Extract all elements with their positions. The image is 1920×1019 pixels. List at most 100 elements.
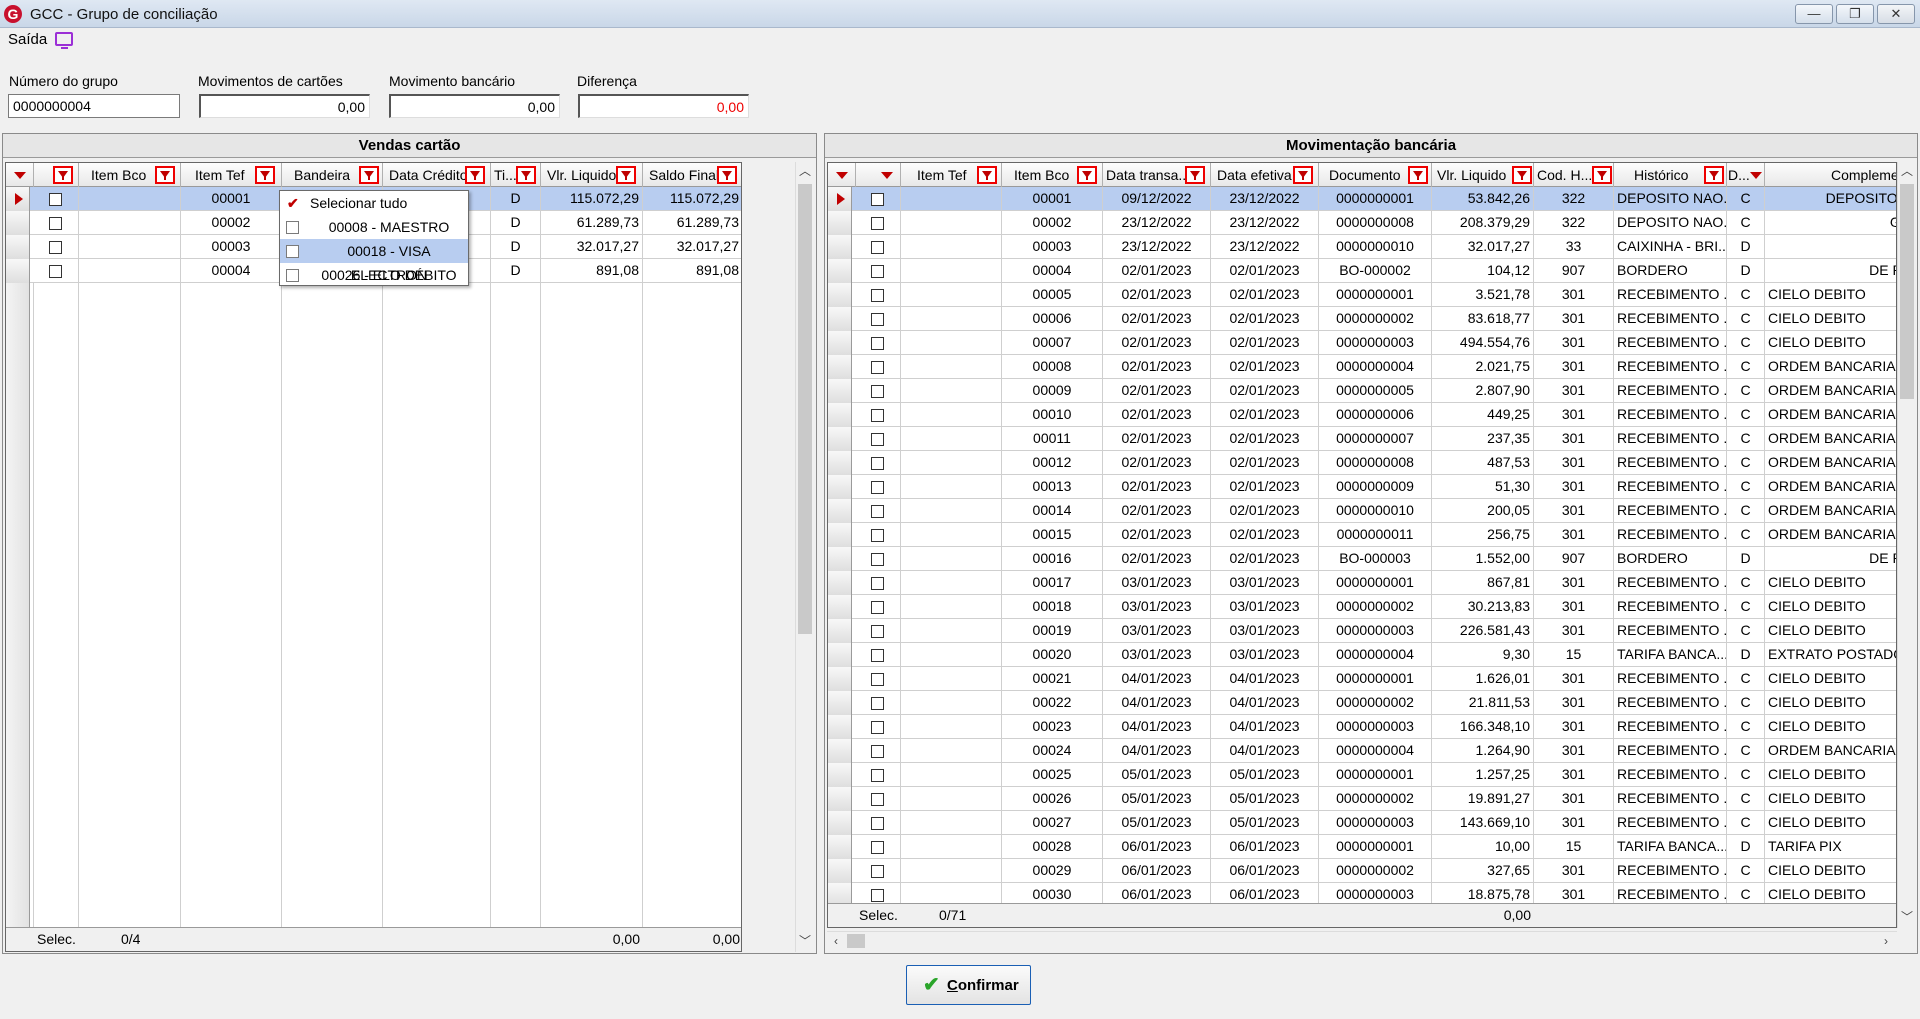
bancaria-table-row[interactable]: 00023 04/01/2023 04/01/2023 0000000003 166.3…	[828, 715, 1896, 739]
row-checkbox[interactable]	[871, 409, 884, 422]
row-indicator[interactable]	[6, 235, 30, 259]
filter-icon[interactable]	[359, 166, 379, 184]
row-checkbox[interactable]	[871, 649, 884, 662]
bancaria-table-row[interactable]: 00019 03/01/2023 03/01/2023 0000000003 226.5…	[828, 619, 1896, 643]
bancaria-table-row[interactable]: 00021 04/01/2023 04/01/2023 0000000001 1.626…	[828, 667, 1896, 691]
row-indicator[interactable]	[828, 283, 852, 307]
bancaria-table-row[interactable]: 00012 02/01/2023 02/01/2023 0000000008 487,5…	[828, 451, 1896, 475]
row-checkbox[interactable]	[871, 577, 884, 590]
row-checkbox[interactable]	[49, 241, 62, 254]
filter-arrow-icon[interactable]	[881, 172, 893, 179]
row-checkbox[interactable]	[871, 433, 884, 446]
scroll-right-icon[interactable]: ›	[1877, 932, 1895, 950]
row-checkbox[interactable]	[871, 697, 884, 710]
row-checkbox[interactable]	[871, 241, 884, 254]
filter-icon[interactable]	[977, 166, 997, 184]
row-indicator[interactable]	[828, 331, 852, 355]
row-checkbox[interactable]	[871, 193, 884, 206]
row-indicator[interactable]	[828, 619, 852, 643]
row-checkbox[interactable]	[871, 289, 884, 302]
bancaria-table-row[interactable]: 00002 23/12/2022 23/12/2022 0000000008 208.3…	[828, 211, 1896, 235]
row-indicator[interactable]	[828, 307, 852, 331]
row-checkbox[interactable]	[871, 817, 884, 830]
filter-icon[interactable]	[1512, 166, 1532, 184]
row-indicator[interactable]	[828, 643, 852, 667]
filter-item-elo-debito[interactable]: 00026 - ELO DÉBITO	[280, 263, 468, 287]
filter-icon[interactable]	[516, 166, 536, 184]
bancaria-table-row[interactable]: 00028 06/01/2023 06/01/2023 0000000001 10,00…	[828, 835, 1896, 859]
vendas-col-bandeira[interactable]: Bandeira	[282, 163, 383, 187]
bancaria-table-row[interactable]: 00024 04/01/2023 04/01/2023 0000000004 1.264…	[828, 739, 1896, 763]
bancaria-table-row[interactable]: 00025 05/01/2023 05/01/2023 0000000001 1.257…	[828, 763, 1896, 787]
row-checkbox[interactable]	[871, 337, 884, 350]
filter-icon[interactable]	[255, 166, 275, 184]
vendas-scroll-thumb[interactable]	[798, 184, 812, 634]
bancaria-col-data-efetiva[interactable]: Data efetiva	[1211, 163, 1319, 187]
row-indicator[interactable]	[828, 451, 852, 475]
row-checkbox[interactable]	[871, 265, 884, 278]
row-indicator[interactable]	[828, 739, 852, 763]
close-button[interactable]: ✕	[1877, 4, 1915, 24]
bancaria-table-row[interactable]: 00027 05/01/2023 05/01/2023 0000000003 143.6…	[828, 811, 1896, 835]
bancaria-table-row[interactable]: 00014 02/01/2023 02/01/2023 0000000010 200,0…	[828, 499, 1896, 523]
filter-icon[interactable]	[155, 166, 175, 184]
row-indicator[interactable]	[828, 571, 852, 595]
filter-checkbox[interactable]	[286, 269, 299, 282]
bancaria-col-cod-historico[interactable]: Cod. H...	[1534, 163, 1614, 187]
menu-saida[interactable]: Saída	[8, 31, 47, 48]
filter-icon[interactable]	[1185, 166, 1205, 184]
bancaria-table-row[interactable]: 00001 09/12/2022 23/12/2022 0000000001 53.84…	[828, 187, 1896, 211]
row-checkbox[interactable]	[871, 793, 884, 806]
row-checkbox[interactable]	[49, 193, 62, 206]
vendas-col-saldo-final[interactable]: Saldo Final	[643, 163, 741, 187]
filter-icon[interactable]	[717, 166, 737, 184]
row-indicator[interactable]	[828, 259, 852, 283]
row-indicator[interactable]	[828, 715, 852, 739]
bancaria-hscroll-thumb[interactable]	[847, 934, 865, 948]
row-indicator[interactable]	[828, 811, 852, 835]
filter-checkbox[interactable]	[286, 221, 299, 234]
vendas-col-item-tef[interactable]: Item Tef	[181, 163, 282, 187]
confirmar-button[interactable]: ✔ Confirmar	[906, 965, 1031, 1005]
row-indicator[interactable]	[828, 235, 852, 259]
row-indicator[interactable]	[828, 403, 852, 427]
row-indicator[interactable]	[828, 379, 852, 403]
bancaria-horizontal-scrollbar[interactable]: ‹ ›	[827, 931, 1897, 949]
bancaria-scroll-thumb[interactable]	[1900, 184, 1914, 399]
row-indicator[interactable]	[828, 667, 852, 691]
row-checkbox[interactable]	[871, 745, 884, 758]
filter-icon[interactable]	[1293, 166, 1313, 184]
row-indicator[interactable]	[828, 475, 852, 499]
vendas-col-tipo[interactable]: Ti...	[491, 163, 541, 187]
row-indicator[interactable]	[6, 211, 30, 235]
bancaria-table-row[interactable]: 00006 02/01/2023 02/01/2023 0000000002 83.61…	[828, 307, 1896, 331]
row-indicator[interactable]	[6, 259, 30, 283]
row-checkbox[interactable]	[871, 385, 884, 398]
scroll-down-icon[interactable]: ﹀	[796, 932, 814, 950]
row-checkbox[interactable]	[871, 841, 884, 854]
row-indicator[interactable]	[828, 547, 852, 571]
bancaria-vertical-scrollbar[interactable]: ︿ ﹀	[1897, 162, 1915, 928]
row-checkbox[interactable]	[871, 865, 884, 878]
row-indicator[interactable]	[828, 691, 852, 715]
filter-icon[interactable]	[1408, 166, 1428, 184]
bancaria-col-item-bco[interactable]: Item Bco	[1002, 163, 1103, 187]
row-indicator[interactable]	[828, 355, 852, 379]
row-checkbox[interactable]	[49, 217, 62, 230]
row-checkbox[interactable]	[871, 361, 884, 374]
row-indicator[interactable]	[828, 523, 852, 547]
row-checkbox[interactable]	[871, 553, 884, 566]
bancaria-table-row[interactable]: 00010 02/01/2023 02/01/2023 0000000006 449,2…	[828, 403, 1896, 427]
filter-select-all[interactable]: ✔ Selecionar tudo	[280, 191, 468, 215]
monitor-icon[interactable]	[55, 32, 73, 49]
row-checkbox[interactable]	[871, 505, 884, 518]
bancaria-table-row[interactable]: 00029 06/01/2023 06/01/2023 0000000002 327,6…	[828, 859, 1896, 883]
row-indicator[interactable]	[828, 763, 852, 787]
filter-icon[interactable]	[1592, 166, 1612, 184]
vendas-vertical-scrollbar[interactable]: ︿ ﹀	[795, 162, 813, 952]
scroll-left-icon[interactable]: ‹	[827, 932, 845, 950]
bancaria-table-row[interactable]: 00026 05/01/2023 05/01/2023 0000000002 19.89…	[828, 787, 1896, 811]
minimize-button[interactable]: —	[1795, 4, 1833, 24]
row-checkbox[interactable]	[871, 217, 884, 230]
filter-checkbox[interactable]	[286, 245, 299, 258]
